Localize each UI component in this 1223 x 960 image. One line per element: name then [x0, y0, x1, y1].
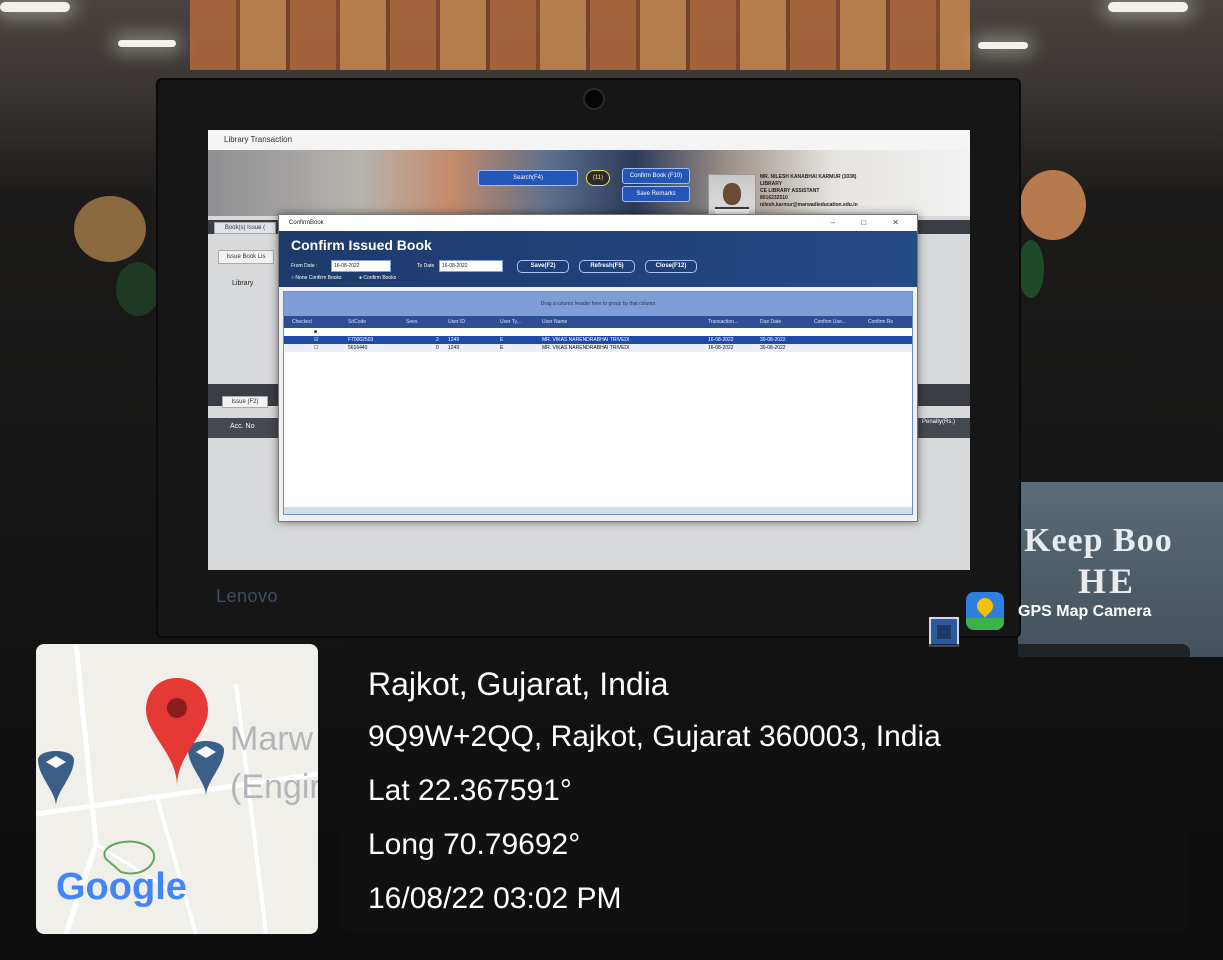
cell-user-type: E — [500, 345, 504, 351]
count-badge: (11) — [586, 170, 610, 186]
cell-user-id: 1249 — [448, 345, 460, 351]
col-header[interactable]: Confirm Rs — [868, 319, 893, 325]
cell-srlcode: F70002503 — [348, 337, 374, 343]
balloon — [1018, 240, 1044, 298]
map-place-label-2: (Engir — [230, 768, 318, 806]
ceiling-light — [0, 2, 70, 12]
cpu-sticker — [929, 617, 959, 647]
cell-user-name: MR. VIKAS NARENDRABHAI TRIVEDI — [542, 337, 630, 343]
librarian-info: MR. NILESH KANABHAI KARMUR (1038) LIBRAR… — [760, 174, 960, 209]
col-header[interactable]: SrlCode — [348, 319, 366, 325]
to-date-input[interactable]: 16-08-2022 — [439, 260, 503, 272]
app-titlebar: Library Transaction — [208, 130, 970, 150]
issue-book-list-button[interactable]: Issue Book Lis — [218, 250, 274, 264]
ceiling-light — [978, 42, 1028, 49]
monitor-brand: Lenovo — [216, 586, 279, 606]
refresh-button[interactable]: Refresh(F5) — [579, 260, 635, 273]
sign-text-line1: Keep Boo — [1024, 522, 1173, 559]
close-button[interactable]: Close(F12) — [645, 260, 697, 273]
filter-row[interactable]: ■ — [284, 328, 912, 336]
col-header[interactable]: User Ty... — [500, 319, 521, 325]
search-button[interactable]: Search(F4) — [478, 170, 578, 186]
col-header[interactable]: User ID — [448, 319, 465, 325]
cell-user-name: MR. VIKAS NARENDRABHAI TRIVEDI — [542, 345, 630, 351]
confirm-book-dialog: ConfirmBook – □ ✕ Confirm Issued Book Fr… — [278, 214, 918, 522]
window-controls[interactable]: – □ ✕ — [831, 215, 911, 231]
school-pin-icon — [38, 751, 74, 806]
col-header[interactable]: Checked — [292, 319, 312, 325]
cell-transaction: 16-08-2022 — [708, 345, 734, 351]
ceiling-light — [118, 40, 176, 47]
cell-sees: 0 — [436, 345, 439, 351]
table-row[interactable]: ☐ 5616440 0 1249 E MR. VIKAS NARENDRABHA… — [284, 344, 912, 352]
tab-book-issue[interactable]: Book(s) Issue ( — [214, 222, 276, 234]
horizontal-scrollbar[interactable] — [284, 507, 912, 514]
monitor-screen: Library Transaction Search(F4) (11) Conf… — [208, 130, 970, 570]
location-latitude: Lat 22.367591° — [368, 774, 572, 807]
group-by-hint: Drag a column header here to group by th… — [284, 292, 912, 316]
balloon — [1020, 170, 1086, 240]
balloon — [116, 262, 160, 316]
google-logo: Google — [56, 866, 187, 908]
bookshelf-background — [190, 0, 970, 70]
sign-text-line2: HE — [1078, 561, 1137, 601]
from-date-input[interactable]: 16-08-2022 — [331, 260, 391, 272]
librarian-phone: 8016232510 — [760, 195, 788, 201]
location-city: Rajkot, Gujarat, India — [368, 666, 669, 702]
wall-sign: Keep Boo HE — [1018, 482, 1223, 657]
col-header[interactable]: Sees — [406, 319, 417, 325]
radio-confirm[interactable]: ● Confirm Books — [359, 275, 396, 281]
cell-user-type: E — [500, 337, 504, 343]
penalty-label: Penalty(Rs.) — [922, 419, 956, 425]
cell-user-id: 1249 — [448, 337, 460, 343]
dialog-heading: Confirm Issued Book — [291, 237, 432, 253]
issue-button[interactable]: Issue (F2) — [222, 396, 268, 408]
location-longitude: Long 70.79692° — [368, 828, 581, 861]
radio-none-confirm[interactable]: ○ None Confirm Books — [291, 275, 342, 281]
cell-due-date: 30-08-2022 — [760, 345, 786, 351]
save-button[interactable]: Save(F2) — [517, 260, 569, 273]
librarian-email: nilesh.karmur@marwadieducation.edu.in — [760, 202, 858, 208]
library-label: Library — [232, 280, 254, 287]
location-address: 9Q9W+2QQ, Rajkot, Gujarat 360003, India — [368, 720, 941, 753]
app-banner: Search(F4) (11) Confirm Book (F10) Save … — [208, 150, 970, 235]
map-thumbnail: Marw (Engir Google — [36, 644, 318, 934]
location-pin-icon — [146, 678, 208, 786]
cell-sees: 2 — [436, 337, 439, 343]
issued-books-grid: Drag a column header here to group by th… — [283, 291, 913, 515]
confirm-book-button[interactable]: Confirm Book (F10) — [622, 168, 690, 184]
dialog-titlebar: ConfirmBook – □ ✕ — [279, 215, 917, 231]
map-place-label-1: Marw — [230, 720, 314, 758]
location-datetime: 16/08/22 03:02 PM — [368, 882, 622, 915]
col-header[interactable]: Transaction... — [708, 319, 738, 325]
ceiling-light — [1108, 2, 1188, 12]
gps-map-camera-icon — [966, 592, 1004, 630]
librarian-role: CE LIBRARY ASSISTANT — [760, 188, 820, 194]
radio-confirm-label: Confirm Books — [363, 275, 397, 281]
librarian-name: MR. NILESH KANABHAI KARMUR (1038) — [760, 174, 857, 180]
cell-srlcode: 5616440 — [348, 345, 368, 351]
webcam — [583, 88, 605, 110]
cell-transaction: 16-08-2022 — [708, 337, 734, 343]
table-row[interactable]: ☑ F70002503 2 1249 E MR. VIKAS NARENDRAB… — [284, 336, 912, 344]
dialog-window-title: ConfirmBook — [289, 220, 324, 226]
col-header[interactable]: Confirm Use... — [814, 319, 846, 325]
acc-no-label: Acc. No — [230, 423, 255, 430]
radio-none-label: None Confirm Books — [295, 275, 342, 281]
from-date-label: From Date : — [291, 263, 318, 269]
to-date-label: To Date — [417, 263, 435, 269]
grid-header: Checked SrlCode Sees User ID User Ty... … — [284, 316, 912, 328]
cell-due-date: 30-08-2022 — [760, 337, 786, 343]
dialog-header: Confirm Issued Book From Date : 16-08-20… — [279, 231, 917, 287]
save-remarks-button[interactable]: Save Remarks — [622, 186, 690, 202]
col-header[interactable]: Due Date — [760, 319, 781, 325]
col-header[interactable]: User Name — [542, 319, 567, 325]
librarian-dept: LIBRARY — [760, 181, 783, 187]
gps-app-label: GPS Map Camera — [1018, 603, 1152, 620]
balloon — [74, 196, 146, 262]
